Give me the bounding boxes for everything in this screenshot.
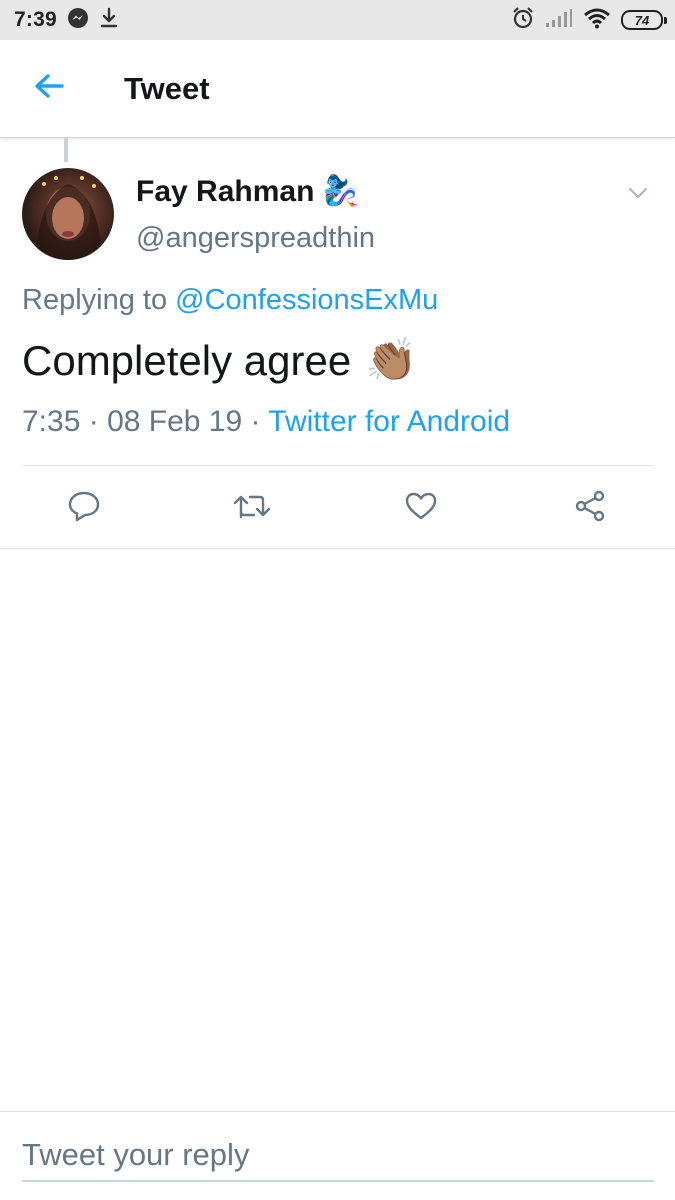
signal-icon [545, 8, 573, 33]
tweet-source[interactable]: Twitter for Android [268, 405, 510, 438]
reply-icon [67, 490, 101, 527]
meta-separator: · [80, 405, 108, 438]
top-app-bar: Tweet [0, 40, 675, 138]
author-name-text: Fay Rahman [136, 174, 315, 208]
tweet-actions [0, 480, 675, 536]
author-handle[interactable]: @angerspreadthin [136, 222, 375, 255]
back-button[interactable] [14, 54, 84, 124]
arrow-left-icon [34, 73, 64, 104]
avatar[interactable] [22, 168, 114, 260]
replying-to-line: Replying to @ConfessionsExMu [22, 284, 438, 317]
retweet-icon [232, 491, 272, 526]
divider [22, 465, 654, 466]
share-button[interactable] [570, 488, 610, 528]
tweet-date: 08 Feb 19 [107, 405, 243, 438]
tweet-time: 7:35 [22, 405, 81, 438]
status-time: 7:39 [14, 8, 57, 31]
chevron-down-icon [628, 186, 648, 204]
battery-icon: 74 [621, 10, 667, 30]
replying-prefix: Replying to [22, 284, 176, 316]
clap-emoji: 👏🏽 [365, 336, 418, 383]
like-button[interactable] [401, 488, 441, 528]
tweet-body: Completely agree [22, 336, 352, 384]
share-icon [573, 490, 607, 527]
page-title: Tweet [124, 70, 210, 106]
like-icon [404, 491, 438, 526]
tweet-options-button[interactable] [623, 180, 653, 210]
divider [0, 548, 675, 549]
alarm-icon [511, 6, 535, 35]
reply-button[interactable] [64, 488, 104, 528]
tweet-meta: 7:35 · 08 Feb 19 · Twitter for Android [22, 405, 510, 439]
genie-emoji: 🧞‍♀️ [322, 175, 360, 208]
reply-input[interactable] [22, 1130, 654, 1182]
wifi-icon [583, 7, 611, 34]
tweet-text: Completely agree 👏🏽 [22, 336, 417, 385]
retweet-button[interactable] [232, 488, 272, 528]
messenger-icon [67, 7, 89, 34]
download-icon [99, 7, 119, 34]
replying-to-mention[interactable]: @ConfessionsExMu [175, 284, 438, 316]
thread-connector-line [64, 138, 68, 162]
meta-separator: · [242, 405, 269, 438]
author-name[interactable]: Fay Rahman 🧞‍♀️ [136, 174, 360, 209]
status-bar: 7:39 74 [0, 0, 675, 40]
